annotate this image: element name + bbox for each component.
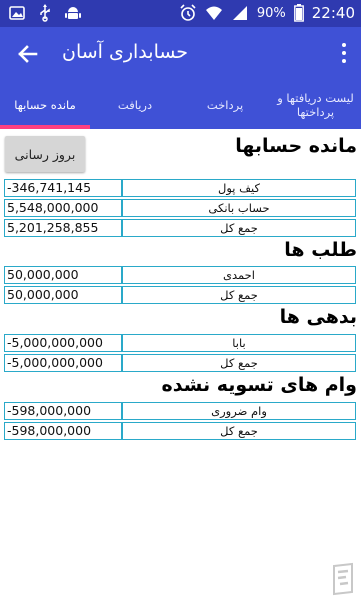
tab-transactions-list[interactable]: لیست دریافتها و پرداختها [270,81,361,129]
alarm-icon [180,4,196,21]
row-label: کیف پول [122,179,356,197]
clock: 22:40 [311,4,355,22]
row-label: جمع کل [122,422,356,440]
row-amount: -346,741,145 [4,179,122,197]
table-row: 5,201,258,855 جمع کل [4,219,358,237]
store-logo-icon [333,562,353,596]
app-title: حسابداری آسان [62,41,189,63]
row-amount: 50,000,000 [4,266,122,284]
more-vert-icon[interactable] [339,41,349,67]
row-label: جمع کل [122,354,356,372]
gallery-icon [9,6,25,20]
table-row: -5,000,000,000 جمع کل [4,354,358,372]
tab-account-balances[interactable]: مانده حسابها [0,81,90,129]
table-row: -346,741,145 کیف پول [4,179,358,197]
table-row: -5,000,000,000 بابا [4,334,358,352]
section-title-balances: مانده حسابها [235,135,357,157]
battery-icon [293,4,304,22]
status-bar: 90% 22:40 [0,0,361,27]
row-amount: -5,000,000,000 [4,334,122,352]
tab-indicator [0,125,90,129]
table-row: 50,000,000 احمدی [4,266,358,284]
row-label: جمع کل [122,219,356,237]
refresh-button[interactable]: بروز رسانی [5,136,85,172]
row-label: وام ضروری [122,402,356,420]
tab-bar: مانده حسابها دریافت پرداخت لیست دریافتها… [0,81,361,129]
row-amount: -598,000,000 [4,402,122,420]
row-label: جمع کل [122,286,356,304]
android-debug-icon [65,7,81,19]
table-row: 5,548,000,000 حساب بانکی [4,199,358,217]
wifi-icon [205,6,222,20]
row-amount: -5,000,000,000 [4,354,122,372]
usb-icon [40,4,50,22]
table-row: -598,000,000 وام ضروری [4,402,358,420]
tab-receive[interactable]: دریافت [90,81,180,129]
row-label: بابا [122,334,356,352]
table-row: 50,000,000 جمع کل [4,286,358,304]
signal-icon [232,6,247,20]
row-amount: 5,201,258,855 [4,219,122,237]
battery-percent: 90% [256,5,286,21]
row-label: حساب بانکی [122,199,356,217]
row-label: احمدی [122,266,356,284]
table-row: -598,000,000 جمع کل [4,422,358,440]
section-title-debts: بدهی ها [279,306,357,328]
row-amount: -598,000,000 [4,422,122,440]
row-amount: 5,548,000,000 [4,199,122,217]
row-amount: 50,000,000 [4,286,122,304]
arrow-back-icon[interactable] [14,40,42,68]
app-bar: حسابداری آسان [0,27,361,81]
tab-pay[interactable]: پرداخت [180,81,270,129]
section-title-receivables: طلب ها [284,239,357,261]
section-title-loans: وام های تسویه نشده [161,374,357,396]
